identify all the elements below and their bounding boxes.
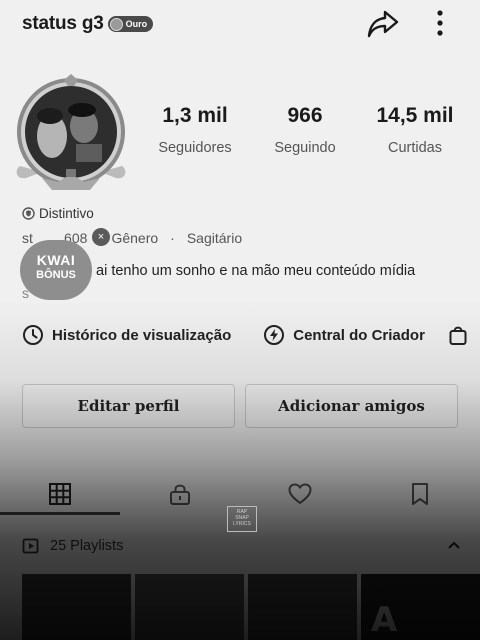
shopping-bag-icon xyxy=(449,326,467,345)
kwai-label: KWAI xyxy=(36,252,76,268)
stat-likes[interactable]: 14,5 mil Curtidas xyxy=(360,104,470,156)
playlist-thumbnail[interactable] xyxy=(248,574,357,640)
more-vertical-icon[interactable] xyxy=(430,8,450,38)
following-label: Seguindo xyxy=(274,140,336,156)
lock-icon xyxy=(170,484,190,505)
shortcut-row: Histórico de visualização Central do Cri… xyxy=(22,322,480,348)
tab-saved[interactable] xyxy=(360,474,480,514)
avatar[interactable] xyxy=(12,74,130,192)
tab-private[interactable] xyxy=(120,474,240,514)
ouro-badge[interactable]: Ouro xyxy=(107,16,154,32)
kwai-bonus-bubble[interactable]: KWAI BÔNUS × xyxy=(20,228,110,300)
history-label: Histórico de visualização xyxy=(52,326,232,344)
grid-icon xyxy=(49,483,71,505)
bonus-label: BÔNUS xyxy=(36,269,76,281)
followers-label: Seguidores xyxy=(158,140,232,156)
playlist-thumbnail[interactable]: A xyxy=(361,574,480,640)
shield-icon xyxy=(22,207,35,220)
username: status g3 xyxy=(22,13,104,34)
playlist-thumbnail[interactable] xyxy=(135,574,244,640)
close-icon[interactable]: × xyxy=(92,228,110,246)
bio-text: ai tenho um sonho e na mão meu conteúdo … xyxy=(96,263,416,279)
profile-header: status g3 Ouro xyxy=(22,12,154,36)
stat-followers[interactable]: 1,3 mil Seguidores xyxy=(140,104,250,156)
watermark-logo: RAP SNAP LYRICS xyxy=(227,506,257,532)
tab-liked[interactable] xyxy=(240,474,360,514)
share-arrow-icon[interactable] xyxy=(366,7,400,41)
thumbnail-text: A xyxy=(371,600,398,640)
stat-following[interactable]: 966 Seguindo xyxy=(250,104,360,156)
playlist-thumbnails: A xyxy=(22,574,480,640)
bookmark-icon xyxy=(412,483,428,505)
edit-profile-button[interactable]: Editar perfil xyxy=(22,384,235,428)
shop-shortcut[interactable] xyxy=(447,324,477,346)
badge-label: Ouro xyxy=(125,19,148,29)
history-shortcut[interactable]: Histórico de visualização xyxy=(22,324,231,346)
likes-count: 14,5 mil xyxy=(376,104,454,127)
avatar-frame-icon xyxy=(16,74,126,190)
profile-stats: 1,3 mil Seguidores 966 Seguindo 14,5 mil… xyxy=(140,104,470,156)
creator-center-label: Central do Criador xyxy=(293,326,425,344)
tab-posts[interactable] xyxy=(0,474,120,514)
distintivo-link[interactable]: Distintivo xyxy=(22,206,94,221)
active-tab-indicator xyxy=(0,512,120,515)
following-count: 966 xyxy=(287,104,323,127)
heart-icon xyxy=(288,483,312,505)
playlists-row[interactable]: 25 Playlists xyxy=(22,534,462,558)
meta-separator: · xyxy=(170,230,175,246)
profile-actions: Editar perfil Adicionar amigos xyxy=(22,384,458,428)
medal-icon xyxy=(109,17,123,31)
chevron-up-icon[interactable] xyxy=(446,538,462,554)
playlist-thumbnail[interactable] xyxy=(22,574,131,640)
followers-count: 1,3 mil xyxy=(162,104,228,127)
lightning-icon xyxy=(264,325,285,345)
kwai-bonus-button[interactable]: KWAI BÔNUS xyxy=(20,240,92,300)
playlists-label: 25 Playlists xyxy=(50,538,124,554)
distintivo-label: Distintivo xyxy=(39,206,94,221)
playlist-icon xyxy=(22,538,39,554)
add-friends-button[interactable]: Adicionar amigos xyxy=(245,384,458,428)
zodiac-tag[interactable]: Sagitário xyxy=(187,230,242,246)
clock-icon xyxy=(23,325,43,345)
creator-center-shortcut[interactable]: Central do Criador xyxy=(263,324,425,346)
likes-label: Curtidas xyxy=(388,140,442,156)
